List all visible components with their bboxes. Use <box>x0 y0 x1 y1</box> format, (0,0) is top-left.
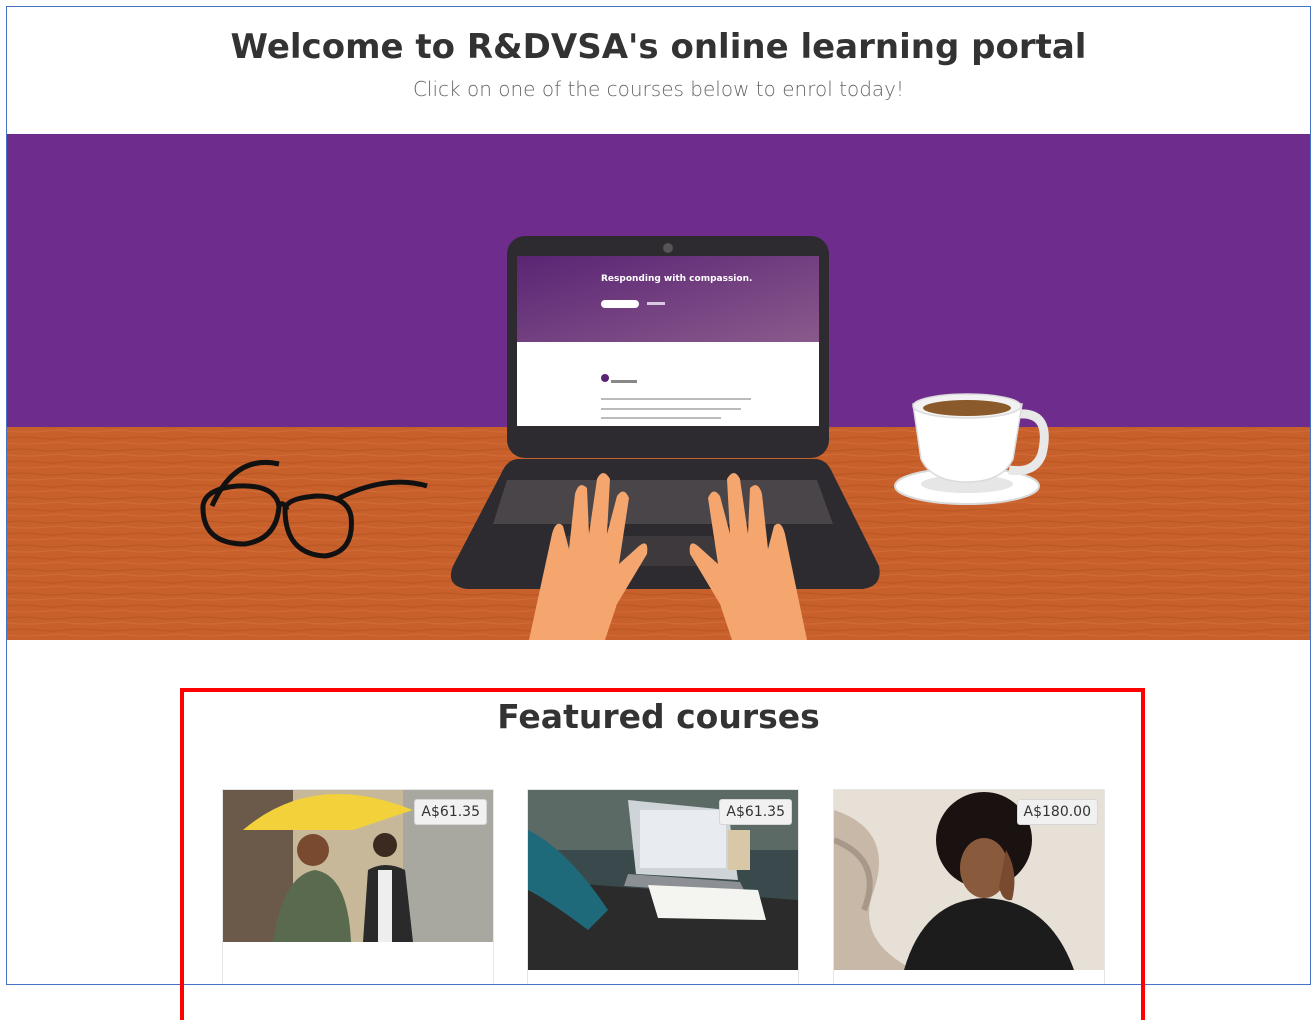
course-card-2[interactable]: A$61.35 <box>527 789 799 984</box>
featured-courses-title: Featured courses <box>497 697 820 736</box>
page-frame: Welcome to R&DVSA's online learning port… <box>6 6 1311 985</box>
course-price-3: A$180.00 <box>1016 799 1098 825</box>
screen-heading: Responding with compassion. <box>601 274 752 284</box>
laptop-icon: Responding with compassion. <box>450 236 880 589</box>
course-card-1[interactable]: A$61.35 <box>222 789 494 984</box>
hero-banner: Responding with compassion. <box>7 134 1310 640</box>
course-price-2: A$61.35 <box>719 799 792 825</box>
course-card-3[interactable]: A$180.00 <box>833 789 1105 984</box>
hero-illustration: Responding with compassion. <box>7 134 1310 640</box>
course-price-1: A$61.35 <box>414 799 487 825</box>
page-subtitle: Click on one of the courses below to enr… <box>412 77 905 101</box>
page-header: Welcome to R&DVSA's online learning port… <box>7 7 1310 135</box>
page-title: Welcome to R&DVSA's online learning port… <box>230 27 1087 67</box>
